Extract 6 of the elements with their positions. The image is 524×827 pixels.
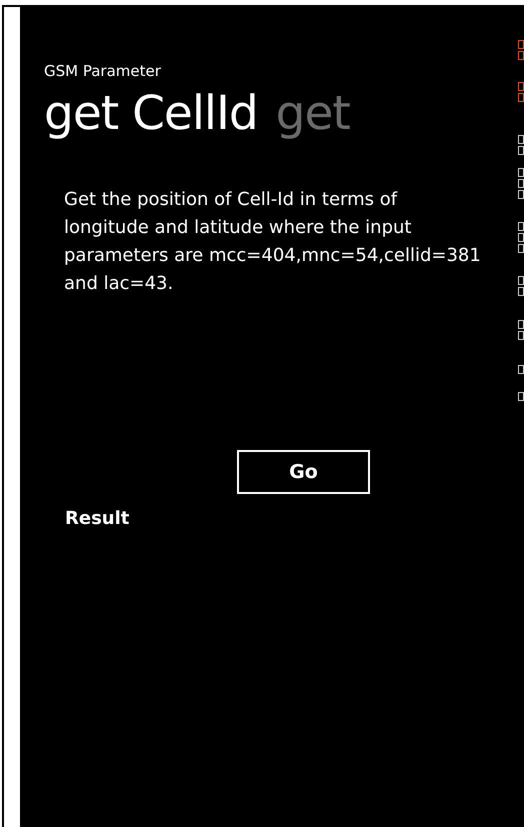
- description-text: Get the position of Cell-Id in terms of longitude and latitude where the input parameters are mcc=404,mnc=54,cellid=381 and lac=43.: [64, 188, 482, 296]
- pivot-header[interactable]: get: [276, 82, 350, 146]
- pivot-header[interactable]: get CellId: [44, 82, 258, 146]
- app-title: GSM Parameter: [44, 62, 162, 80]
- result-label: Result: [65, 508, 130, 529]
- go-button[interactable]: Go: [237, 450, 370, 494]
